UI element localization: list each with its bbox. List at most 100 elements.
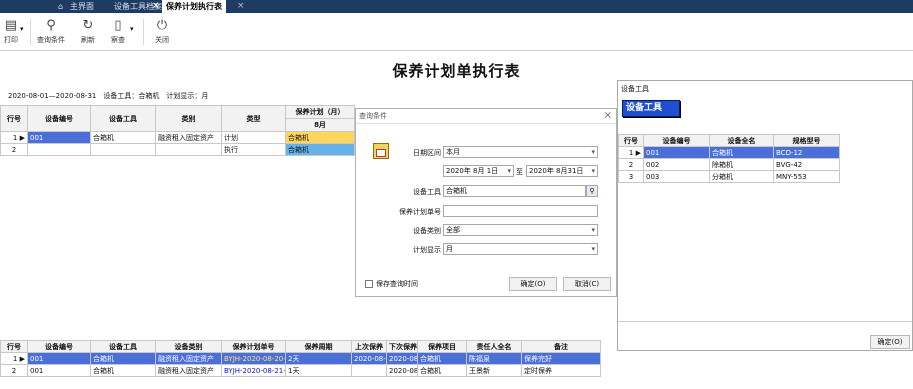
cell[interactable]: BVG-42 <box>773 158 840 171</box>
column-header: 行号 <box>618 134 644 147</box>
display-select[interactable]: 月 ▾ <box>443 243 598 255</box>
cell[interactable] <box>351 364 387 377</box>
home-icon[interactable]: ⌂ <box>58 0 63 13</box>
column-header: 行号 <box>0 105 28 132</box>
cell[interactable]: BYJH-2020-08-20-0 <box>221 352 286 365</box>
document-icon: ▯ <box>114 18 122 33</box>
row-number: 1 ▶ <box>0 352 28 365</box>
cell[interactable]: 融资租入固定资产 <box>155 364 222 377</box>
cell[interactable]: 2020-08- <box>351 352 387 365</box>
table-row[interactable]: 1 ▶ 001 合箱机 融资租入固定资产 计划 合箱机 <box>0 131 355 144</box>
cell[interactable]: 合箱机 <box>285 131 355 144</box>
cell[interactable]: 2020-08- <box>386 364 418 377</box>
cell[interactable] <box>90 143 156 156</box>
cell[interactable]: 融资租入固定资产 <box>155 352 222 365</box>
column-header: 规格型号 <box>773 134 840 147</box>
cell[interactable] <box>155 143 222 156</box>
cell[interactable]: 001 <box>27 131 91 144</box>
category-select[interactable]: 全部 ▾ <box>443 224 598 236</box>
cell[interactable]: 002 <box>643 158 710 171</box>
close-icon[interactable]: × <box>604 110 612 121</box>
cell[interactable]: 合箱机 <box>709 146 774 159</box>
cell[interactable]: 保养完好 <box>521 352 601 365</box>
cell[interactable]: 001 <box>643 146 710 159</box>
category-label: 设备类别 <box>413 227 441 235</box>
cell[interactable]: 合箱机 <box>285 143 355 156</box>
search-icon[interactable]: ⚲ <box>586 185 598 197</box>
date-from-picker[interactable]: 2020年 8月 1日 ▾ <box>443 165 514 177</box>
panel-header-label: 设备工具 <box>622 100 680 117</box>
table-row[interactable]: 2 002 除箱机 BVG-42 <box>618 158 840 171</box>
plan-no-input[interactable] <box>443 205 598 217</box>
column-header: 责任人全名 <box>466 340 522 353</box>
table-row[interactable]: 2 001 合箱机 融资租入固定资产 BYJH-2020-08-21-0 1天 … <box>0 364 601 377</box>
chevron-down-icon: ▾ <box>591 245 595 253</box>
cell[interactable]: 除箱机 <box>709 158 774 171</box>
cell[interactable]: 2020-08- <box>386 352 418 365</box>
cell[interactable]: 003 <box>643 170 710 183</box>
print-button[interactable]: ▤ 打印 <box>2 17 20 45</box>
cell[interactable]: 1天 <box>285 364 352 377</box>
cancel-button[interactable]: 取消(C) <box>563 277 611 291</box>
table-row[interactable]: 2 执行 合箱机 <box>0 143 355 156</box>
table-row[interactable]: 3 003 分箱机 MNY-553 <box>618 170 840 183</box>
cell[interactable]: 合箱机 <box>90 352 156 365</box>
cell[interactable]: BCD-12 <box>773 146 840 159</box>
divider <box>30 19 31 45</box>
table-row[interactable]: 1 ▶ 001 合箱机 融资租入固定资产 BYJH-2020-08-20-0 2… <box>0 352 601 365</box>
cell[interactable]: BYJH-2020-08-21-0 <box>221 364 286 377</box>
save-time-checkbox[interactable] <box>365 280 373 288</box>
cell[interactable]: MNY-553 <box>773 170 840 183</box>
tab-main[interactable]: 主界面 <box>70 0 94 13</box>
cell[interactable]: 分箱机 <box>709 170 774 183</box>
plan-no-label: 保养计划单号 <box>399 208 441 216</box>
table-row[interactable]: 1 ▶ 001 合箱机 BCD-12 <box>618 146 840 159</box>
cell[interactable]: 001 <box>27 364 91 377</box>
column-header: 设备类别 <box>155 340 222 353</box>
date-to-picker[interactable]: 2020年 8月31日 ▾ <box>526 165 598 177</box>
close-tab-icon[interactable]: × <box>237 0 245 13</box>
chevron-down-icon[interactable]: ▾ <box>130 25 134 33</box>
refresh-icon: ↻ <box>82 18 94 33</box>
row-pointer-icon: ▶ <box>19 133 25 142</box>
close-button[interactable]: ⏻ 关闭 <box>150 17 174 45</box>
toolbar: ▤ 打印 ▾ ⚲ 查询条件 ↻ 刷新 ▯ 察查 ▾ ⏻ 关闭 <box>0 13 913 51</box>
date-range-select[interactable]: 本月 ▾ <box>443 146 598 158</box>
column-header: 类别 <box>155 105 222 132</box>
cell[interactable]: 执行 <box>221 143 286 156</box>
column-header: 备注 <box>521 340 601 353</box>
cell[interactable]: 合箱机 <box>90 131 156 144</box>
cell[interactable]: 融资租入固定资产 <box>155 131 222 144</box>
date-range-label: 日期区间 <box>413 149 441 157</box>
cell[interactable]: 合箱机 <box>90 364 156 377</box>
query-button[interactable]: ⚲ 查询条件 <box>34 17 68 45</box>
column-header: 下次保养 <box>386 340 418 353</box>
cell[interactable]: 定时保养 <box>521 364 601 377</box>
row-pointer-icon: ▶ <box>635 148 641 157</box>
close-tab-icon[interactable]: × <box>152 0 160 13</box>
cell[interactable]: 2天 <box>285 352 352 365</box>
ok-button[interactable]: 确定(O) <box>509 277 557 291</box>
cell[interactable]: 合箱机 <box>417 364 467 377</box>
cell[interactable]: 001 <box>27 352 91 365</box>
cell[interactable] <box>27 143 91 156</box>
column-header: 设备全名 <box>709 134 774 147</box>
chevron-down-icon[interactable]: ▾ <box>20 25 24 33</box>
tab-maintenance-plan[interactable]: 保养计划执行表 <box>162 0 226 13</box>
refresh-button[interactable]: ↻ 刷新 <box>78 17 98 45</box>
tool-input[interactable]: 合箱机 <box>443 185 586 197</box>
cell[interactable]: 王景新 <box>466 364 522 377</box>
ok-button[interactable]: 确定(O) <box>870 335 910 349</box>
view-button[interactable]: ▯ 察查 <box>108 17 128 45</box>
cell[interactable]: 合箱机 <box>417 352 467 365</box>
column-header: 上次保养 <box>351 340 387 353</box>
cell[interactable]: 陈福泉 <box>466 352 522 365</box>
divider <box>143 19 144 45</box>
column-header: 保养项目 <box>417 340 467 353</box>
chevron-down-icon: ▾ <box>507 167 511 175</box>
column-subheader: 8月 <box>285 118 355 132</box>
cell[interactable]: 计划 <box>221 131 286 144</box>
power-icon: ⏻ <box>156 18 168 33</box>
column-header: 类型 <box>221 105 286 132</box>
dialog-title: 查询条件 <box>356 109 616 124</box>
